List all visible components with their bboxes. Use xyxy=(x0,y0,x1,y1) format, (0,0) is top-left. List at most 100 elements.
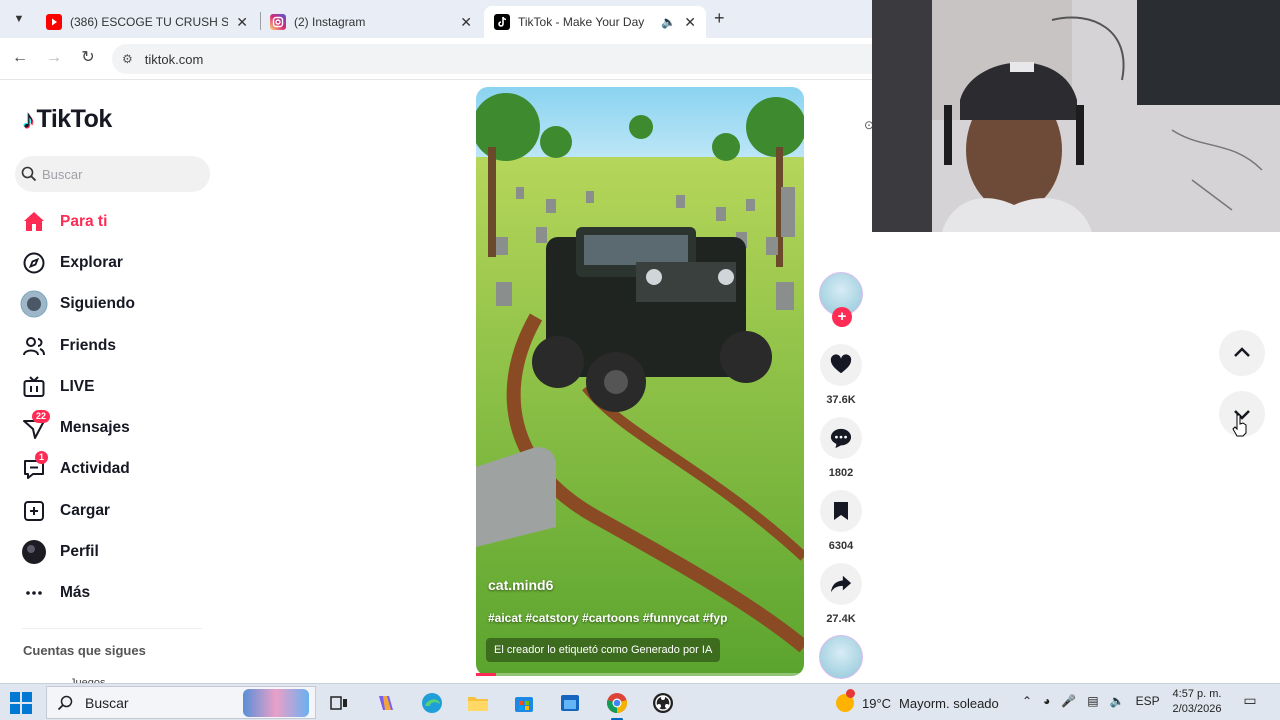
comment-count: 1802 xyxy=(828,467,854,479)
tab-title: TikTok - Make Your Day xyxy=(518,15,645,29)
chevron-up-icon[interactable]: ⌃ xyxy=(1022,694,1032,708)
browser-toolbar: ← → ↻ ⚙ tiktok.com xyxy=(0,38,872,80)
sidebar-item-siguiendo[interactable]: Siguiendo xyxy=(20,284,210,325)
tab-youtube[interactable]: (386) ESCOGE TU CRUSH SAN ✕ xyxy=(36,6,258,38)
sidebar-divider xyxy=(22,628,202,629)
share-button[interactable] xyxy=(820,563,862,605)
sidebar-item-mas[interactable]: Más xyxy=(20,573,210,614)
windows-start-icon[interactable] xyxy=(10,692,32,714)
webcam-privacy-icon[interactable]: ◕ xyxy=(1043,694,1050,708)
video-progress-fill xyxy=(476,673,496,676)
volume-icon[interactable]: 🔈 xyxy=(1110,694,1125,708)
clock-time: 4:57 p. m. xyxy=(1172,688,1222,700)
chrome-icon[interactable] xyxy=(603,689,631,720)
forward-arrow-icon[interactable]: → xyxy=(44,48,64,68)
sidebar-item-perfil[interactable]: Perfil xyxy=(20,531,210,572)
comment-icon xyxy=(830,428,852,449)
tiktok-logo[interactable]: ♪ TikTok xyxy=(22,104,112,135)
next-video-avatar[interactable] xyxy=(819,635,863,679)
tab-tiktok[interactable]: TikTok - Make Your Day 🔈 ✕ xyxy=(484,6,706,38)
save-button[interactable] xyxy=(820,490,862,532)
outlook-icon[interactable] xyxy=(556,689,584,717)
microphone-icon[interactable]: 🎤 xyxy=(1061,694,1076,708)
sidebar-item-explorar[interactable]: Explorar xyxy=(20,242,210,283)
home-icon xyxy=(20,208,48,236)
windows-taskbar: Buscar 19°C Mayorm. soleado ⌃ ◕ 🎤 ▤ 🔈 ES… xyxy=(0,683,1280,720)
new-tab-button[interactable]: + xyxy=(714,8,725,29)
back-arrow-icon[interactable]: ← xyxy=(10,48,30,68)
follow-plus-icon[interactable]: + xyxy=(832,307,852,327)
copilot-icon[interactable] xyxy=(372,689,400,717)
live-tv-icon xyxy=(20,373,48,401)
sidebar-item-para-ti[interactable]: Para ti xyxy=(20,201,210,242)
tiktok-note-icon: ♪ xyxy=(22,104,35,134)
like-count: 37.6K xyxy=(826,394,856,406)
video-username[interactable]: cat.mind6 xyxy=(488,577,553,593)
weather-description: Mayorm. soleado xyxy=(899,695,999,711)
system-clock[interactable]: 4:57 p. m. 2/03/2026 xyxy=(1166,687,1228,717)
upload-icon xyxy=(20,497,48,525)
taskbar-search-label: Buscar xyxy=(85,694,129,711)
like-button[interactable] xyxy=(820,344,862,386)
alert-dot-icon xyxy=(846,689,855,698)
sidebar-item-label: Cargar xyxy=(60,501,110,519)
clock-date: 2/03/2026 xyxy=(1172,703,1222,715)
video-hashtags[interactable]: #aicat #catstory #cartoons #funnycat #fy… xyxy=(488,611,727,625)
unread-badge: 1 xyxy=(35,451,49,465)
tab-instagram[interactable]: (2) Instagram ✕ xyxy=(260,6,482,38)
obs-recorder-icon[interactable] xyxy=(649,689,677,717)
speaker-icon[interactable]: 🔈 xyxy=(661,15,676,29)
address-bar[interactable]: ⚙ tiktok.com xyxy=(112,44,872,74)
sidebar-item-label: Perfil xyxy=(60,543,99,561)
close-icon[interactable]: ✕ xyxy=(236,14,248,31)
task-view-icon[interactable] xyxy=(325,689,353,717)
profile-avatar-icon xyxy=(20,538,48,566)
heart-icon xyxy=(830,354,852,374)
url-text: tiktok.com xyxy=(144,51,204,67)
sidebar-item-label: Para ti xyxy=(60,212,108,230)
search-icon xyxy=(21,166,37,182)
edge-browser-icon[interactable] xyxy=(418,689,446,717)
more-dots-icon xyxy=(20,579,48,607)
creator-avatar[interactable]: + xyxy=(819,272,863,327)
sidebar-item-friends[interactable]: Friends xyxy=(20,325,210,366)
microsoft-store-icon[interactable] xyxy=(510,689,538,717)
reload-icon[interactable]: ↻ xyxy=(78,48,98,68)
file-explorer-icon[interactable] xyxy=(464,689,492,717)
search-placeholder: Buscar xyxy=(42,166,83,182)
following-accounts-heading: Cuentas que sigues xyxy=(23,643,146,658)
notification-center-icon[interactable]: ▭ xyxy=(1240,692,1260,712)
tab-search-chevron-icon[interactable]: ▼ xyxy=(8,8,30,30)
video-progress-bar[interactable] xyxy=(476,673,804,676)
sidebar-item-label: LIVE xyxy=(60,377,95,395)
previous-video-button[interactable] xyxy=(1219,330,1265,376)
bookmark-icon xyxy=(834,502,848,520)
friends-icon xyxy=(20,332,48,360)
close-icon[interactable]: ✕ xyxy=(460,14,472,31)
search-input[interactable]: Buscar xyxy=(15,156,210,192)
sidebar-item-label: Siguiendo xyxy=(60,295,135,313)
sidebar-item-cargar[interactable]: Cargar xyxy=(20,490,210,531)
taskbar-search[interactable]: Buscar xyxy=(46,686,316,719)
sidebar-item-actividad[interactable]: 1 Actividad xyxy=(20,449,210,490)
weather-widget[interactable]: 19°C Mayorm. soleado xyxy=(836,689,999,712)
save-count: 6304 xyxy=(828,540,854,552)
unread-badge: 22 xyxy=(32,410,51,424)
network-icon[interactable]: ▤ xyxy=(1087,694,1098,708)
webcam-feed xyxy=(872,0,1280,232)
sidebar-nav: Para ti Explorar Siguiendo Friends LIVE … xyxy=(20,201,210,614)
logo-text: TikTok xyxy=(36,105,113,133)
share-arrow-icon xyxy=(830,575,852,593)
sidebar-item-mensajes[interactable]: 22 Mensajes xyxy=(20,407,210,448)
sunny-weather-icon xyxy=(836,689,855,712)
webcam-overlay xyxy=(872,0,1280,232)
close-icon[interactable]: ✕ xyxy=(684,14,696,31)
comment-button[interactable] xyxy=(820,417,862,459)
youtube-icon xyxy=(46,14,62,30)
browser-tab-strip: ▼ (386) ESCOGE TU CRUSH SAN ✕ (2) Instag… xyxy=(0,0,872,38)
tab-title: (2) Instagram xyxy=(294,15,366,29)
language-indicator[interactable]: ESP xyxy=(1136,694,1160,708)
sidebar-item-live[interactable]: LIVE xyxy=(20,366,210,407)
site-info-icon[interactable]: ⚙ xyxy=(122,52,133,66)
inbox-icon: 22 xyxy=(20,410,51,442)
